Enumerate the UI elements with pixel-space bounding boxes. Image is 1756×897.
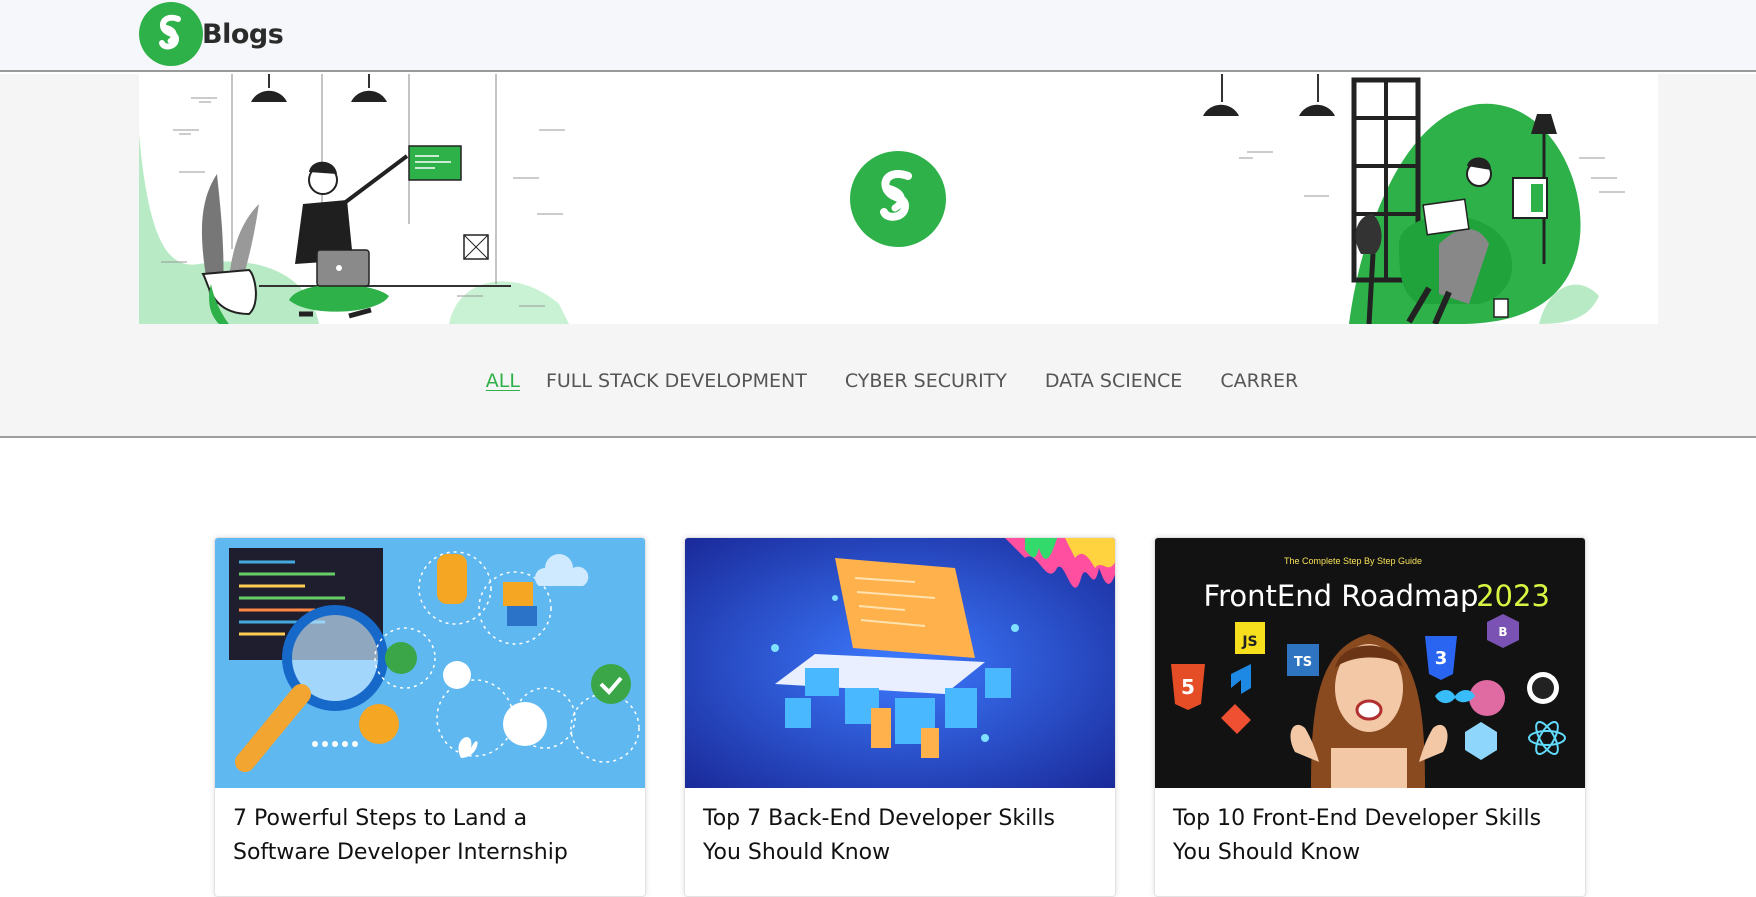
hero-section: ALL FULL STACK DEVELOPMENT CYBER SECURIT… bbox=[0, 74, 1756, 438]
blog-card-title[interactable]: 7 Powerful Steps to Land a Software Deve… bbox=[215, 788, 645, 884]
gfg-logo-icon bbox=[139, 2, 203, 66]
blog-card-title[interactable]: Top 7 Back-End Developer Skills You Shou… bbox=[685, 788, 1115, 884]
top-navbar: Blogs bbox=[0, 0, 1756, 72]
category-nav: ALL FULL STACK DEVELOPMENT CYBER SECURIT… bbox=[0, 370, 1756, 392]
html5-badge-icon: 5 bbox=[1181, 675, 1195, 699]
blog-card[interactable]: Top 7 Back-End Developer Skills You Shou… bbox=[684, 537, 1116, 897]
brand-link[interactable]: Blogs bbox=[138, 0, 284, 68]
category-cyber-security[interactable]: CYBER SECURITY bbox=[845, 370, 1007, 392]
js-badge-icon: JS bbox=[1241, 634, 1257, 650]
blog-card-title[interactable]: Top 10 Front-End Developer Skills You Sh… bbox=[1155, 788, 1585, 884]
category-data-science[interactable]: DATA SCIENCE bbox=[1045, 370, 1182, 392]
blog-card[interactable]: 7 Powerful Steps to Land a Software Deve… bbox=[214, 537, 646, 897]
hero-banner bbox=[139, 74, 1658, 324]
roadmap-year: 2023 bbox=[1476, 579, 1550, 613]
blog-card-grid: 7 Powerful Steps to Land a Software Deve… bbox=[214, 537, 1586, 897]
css3-badge-icon: 3 bbox=[1435, 648, 1448, 669]
roadmap-caption: The Complete Step By Step Guide bbox=[1284, 556, 1422, 566]
brand-title: Blogs bbox=[202, 18, 284, 50]
blog-card-image-backend bbox=[685, 538, 1115, 788]
blog-card[interactable]: The Complete Step By Step Guide FrontEnd… bbox=[1154, 537, 1586, 897]
hero-illustration bbox=[139, 74, 1625, 324]
bootstrap-badge-icon: B bbox=[1498, 625, 1507, 639]
blog-card-image-frontend-roadmap: The Complete Step By Step Guide FrontEnd… bbox=[1155, 538, 1585, 788]
category-carrer[interactable]: CARRER bbox=[1220, 370, 1298, 392]
ts-badge-icon: TS bbox=[1294, 655, 1312, 670]
roadmap-heading: FrontEnd Roadmap bbox=[1204, 579, 1479, 613]
blog-card-image-internship bbox=[215, 538, 645, 788]
category-all[interactable]: ALL bbox=[486, 370, 520, 392]
category-full-stack-development[interactable]: FULL STACK DEVELOPMENT bbox=[546, 370, 807, 392]
